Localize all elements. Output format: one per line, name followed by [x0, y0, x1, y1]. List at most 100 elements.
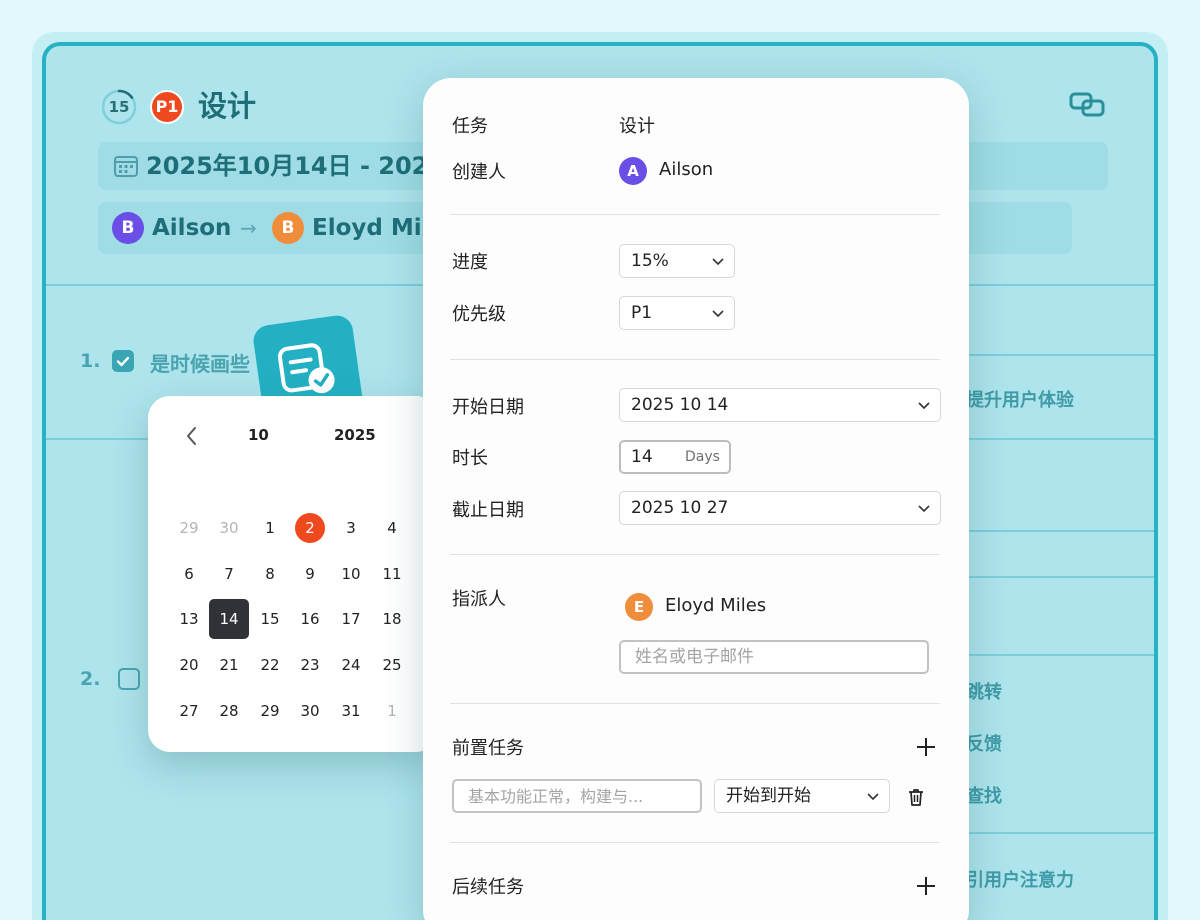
calendar-day[interactable]: 9: [290, 554, 330, 594]
calendar-day[interactable]: 13: [169, 599, 209, 639]
calendar-day[interactable]: 18: [372, 599, 412, 639]
creator-label: 创建人: [452, 162, 506, 183]
progress-ring: 15: [100, 88, 138, 126]
calendar-day[interactable]: 25: [372, 645, 412, 685]
assignee-search-input[interactable]: [619, 640, 929, 674]
chevron-down-icon: [918, 505, 930, 513]
calendar-day[interactable]: 28: [209, 691, 249, 731]
assignee-label: 指派人: [452, 589, 506, 610]
calendar-day[interactable]: 7: [209, 554, 249, 594]
divider: [450, 554, 940, 555]
trash-icon[interactable]: [905, 786, 927, 808]
calendar-day[interactable]: 6: [169, 554, 209, 594]
calendar-day[interactable]: 3: [331, 508, 371, 548]
calendar-day[interactable]: 29: [250, 691, 290, 731]
end-date-label: 截止日期: [452, 500, 524, 521]
list-item-text: 引用户注意力: [966, 870, 1074, 891]
calendar-day[interactable]: 8: [250, 554, 290, 594]
calendar-day[interactable]: 15: [250, 599, 290, 639]
divider: [966, 530, 1154, 532]
assigner-name: Ailson: [152, 215, 232, 241]
arrow-right-icon: →: [240, 216, 257, 240]
calendar-day[interactable]: 31: [331, 691, 371, 731]
assignee-avatar: E: [625, 593, 653, 621]
calendar-day[interactable]: 11: [372, 554, 412, 594]
calendar-icon: [114, 155, 138, 177]
divider: [966, 832, 1154, 834]
assignee-name[interactable]: Eloyd Miles: [665, 595, 766, 616]
task-value: 设计: [619, 116, 655, 137]
list-item-text: 查找: [966, 786, 1002, 807]
calendar-day[interactable]: 27: [169, 691, 209, 731]
creator-name: Ailson: [659, 159, 714, 180]
chevron-down-icon: [867, 793, 879, 801]
calendar-day[interactable]: 23: [290, 645, 330, 685]
duration-value: 14: [631, 447, 653, 467]
list-item-number: 2.: [80, 668, 101, 690]
calendar-day[interactable]: 4: [372, 508, 412, 548]
calendar-day[interactable]: 21: [209, 645, 249, 685]
list-item-text: 反馈: [966, 734, 1002, 755]
list-item-text: 是时候画些: [150, 352, 250, 376]
progress-ring-label: 15: [108, 98, 130, 116]
calendar-year[interactable]: 2025: [334, 426, 376, 444]
calendar-day[interactable]: 1: [372, 691, 412, 731]
calendar-day[interactable]: 1: [250, 508, 290, 548]
chevron-down-icon: [712, 258, 724, 266]
calendar-day[interactable]: 29: [169, 508, 209, 548]
calendar-day[interactable]: 30: [290, 691, 330, 731]
add-predecessor-plus-icon[interactable]: [915, 736, 937, 758]
calendar-day-selected[interactable]: 14: [209, 599, 249, 639]
end-date-value: 2025 10 27: [631, 498, 729, 518]
checkbox-unchecked[interactable]: [118, 668, 140, 690]
page-title: 设计: [198, 89, 257, 123]
priority-select-value: P1: [631, 303, 653, 323]
creator-avatar: A: [619, 157, 647, 185]
calendar-month[interactable]: 10: [248, 426, 269, 444]
task-label: 任务: [452, 116, 488, 137]
start-date-label: 开始日期: [452, 397, 524, 418]
task-detail-panel: 任务 设计 创建人 A Ailson 进度 15% 优先级 P1 开始日期 20…: [423, 78, 969, 920]
date-range-text: 2025年10月14日 - 2025年: [146, 152, 470, 180]
dependency-type-select[interactable]: 开始到开始: [714, 779, 890, 813]
assigner-avatar: B: [112, 212, 144, 244]
checkbox-checked[interactable]: [112, 350, 134, 372]
start-date-value: 2025 10 14: [631, 395, 729, 415]
divider: [450, 359, 940, 360]
divider: [450, 214, 940, 215]
divider: [966, 654, 1154, 656]
duration-input[interactable]: 14 Days: [619, 440, 731, 474]
priority-badge[interactable]: P1: [150, 90, 184, 124]
date-picker: 10 2025 29 30 1 2 3 4 6 7 8 9 10 11 13 14 15 16 17 18 20 21…: [148, 396, 438, 752]
calendar-day[interactable]: 22: [250, 645, 290, 685]
list-item-text: 提升用户体验: [966, 390, 1074, 411]
progress-select[interactable]: 15%: [619, 244, 735, 278]
calendar-day-today[interactable]: 2: [290, 508, 330, 548]
calendar-day[interactable]: 30: [209, 508, 249, 548]
divider: [450, 703, 940, 704]
predecessor-task-input[interactable]: [452, 779, 702, 813]
calendar-day[interactable]: 10: [331, 554, 371, 594]
start-date-picker[interactable]: 2025 10 14: [619, 388, 941, 422]
chevron-down-icon: [712, 310, 724, 318]
calendar-day[interactable]: 24: [331, 645, 371, 685]
divider: [966, 354, 1154, 356]
duration-unit: Days: [685, 449, 720, 465]
chevron-down-icon: [918, 402, 930, 410]
progress-select-value: 15%: [631, 251, 669, 271]
calendar-day[interactable]: 17: [331, 599, 371, 639]
link-icon[interactable]: [1068, 90, 1108, 120]
divider: [966, 576, 1154, 578]
add-successor-plus-icon[interactable]: [915, 875, 937, 897]
calendar-day[interactable]: 20: [169, 645, 209, 685]
end-date-picker[interactable]: 2025 10 27: [619, 491, 941, 525]
progress-label: 进度: [452, 252, 488, 273]
chevron-left-icon[interactable]: [182, 424, 202, 448]
priority-select[interactable]: P1: [619, 296, 735, 330]
assignee-name: Eloyd Mil: [312, 215, 430, 241]
dependency-type-value: 开始到开始: [726, 786, 811, 806]
list-item-number: 1.: [80, 350, 101, 372]
assignee-avatar: B: [272, 212, 304, 244]
calendar-day[interactable]: 16: [290, 599, 330, 639]
list-item-text: 跳转: [966, 682, 1002, 703]
